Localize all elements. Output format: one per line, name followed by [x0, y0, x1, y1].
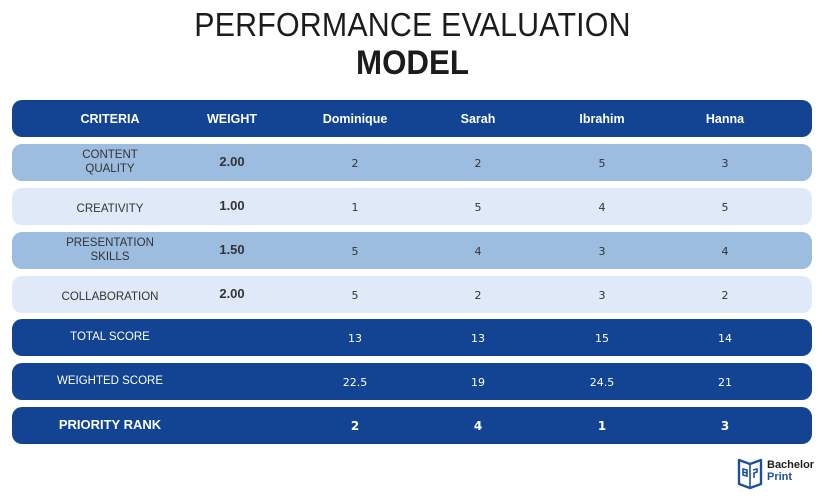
table-header-row: CRITERIA WEIGHT Dominique Sarah Ibrahim … — [12, 100, 812, 137]
bachelor-print-logo: Bachelor Print — [737, 456, 817, 492]
rank-cell: 1 — [597, 419, 607, 433]
logo-text-line: Bachelor — [767, 459, 815, 471]
table-row: PRESENTATION SKILLS 1.50 5 4 3 4 — [12, 232, 812, 269]
table-row: CONTENT QUALITY 2.00 2 2 5 3 — [12, 144, 812, 181]
score-cell: 5 — [351, 289, 359, 302]
score-cell: 2 — [351, 157, 359, 170]
criteria-label-line: SKILLS — [90, 251, 130, 263]
weighted-score-cell: 22.5 — [342, 376, 368, 389]
rank-cell: 2 — [350, 419, 360, 433]
summary-label: TOTAL SCORE — [70, 331, 150, 343]
score-cell: 5 — [474, 201, 482, 214]
book-logo-icon — [737, 458, 763, 490]
score-cell: 4 — [721, 245, 729, 258]
weight-value: 1.00 — [219, 198, 245, 213]
score-cell: 2 — [474, 157, 482, 170]
score-cell: 2 — [474, 289, 482, 302]
score-cell: 3 — [721, 157, 729, 170]
logo-text: Bachelor Print — [767, 459, 814, 483]
score-cell: 5 — [721, 201, 729, 214]
table-row: COLLABORATION 2.00 5 2 3 2 — [12, 276, 812, 313]
score-cell: 3 — [598, 289, 606, 302]
weight-value: 2.00 — [219, 286, 245, 301]
score-cell: 2 — [721, 289, 729, 302]
header-person: Dominique — [322, 112, 388, 126]
score-cell: 4 — [598, 201, 606, 214]
weight-value: 1.50 — [219, 242, 245, 257]
criteria-label-line: QUALITY — [85, 163, 135, 175]
summary-label: WEIGHTED SCORE — [56, 375, 164, 387]
criteria-label: PRESENTATION SKILLS — [35, 236, 185, 264]
criteria-label: CONTENT QUALITY — [35, 148, 185, 176]
header-person: Hanna — [705, 112, 745, 126]
score-cell: 1 — [351, 201, 359, 214]
priority-rank-row: PRIORITY RANK 2 4 1 3 — [12, 407, 812, 444]
score-cell: 4 — [474, 245, 482, 258]
page-title: PERFORMANCE EVALUATION — [194, 6, 631, 43]
rank-cell: 3 — [720, 419, 730, 433]
total-score-row: TOTAL SCORE 13 13 15 14 — [12, 319, 812, 356]
criteria-label: CREATIVITY — [76, 203, 144, 215]
rank-cell: 4 — [473, 419, 483, 433]
summary-label: PRIORITY RANK — [58, 417, 162, 432]
criteria-label-line: CONTENT — [82, 149, 138, 161]
criteria-label-line: PRESENTATION — [66, 237, 154, 249]
weighted-score-cell: 21 — [718, 376, 732, 389]
score-cell: 5 — [598, 157, 606, 170]
weight-value: 2.00 — [219, 154, 245, 169]
score-cell: 5 — [351, 245, 359, 258]
weighted-score-row: WEIGHTED SCORE 22.5 19 24.5 21 — [12, 363, 812, 400]
header-criteria: CRITERIA — [80, 112, 140, 126]
logo-text-line: Print — [767, 471, 793, 483]
total-score-cell: 13 — [348, 332, 362, 345]
total-score-cell: 15 — [595, 332, 609, 345]
total-score-cell: 13 — [471, 332, 485, 345]
weighted-score-cell: 24.5 — [589, 376, 615, 389]
header-person: Ibrahim — [579, 112, 625, 126]
score-cell: 3 — [598, 245, 606, 258]
total-score-cell: 14 — [718, 332, 732, 345]
weighted-score-cell: 19 — [471, 376, 485, 389]
header-weight: WEIGHT — [207, 112, 257, 126]
criteria-label: COLLABORATION — [61, 291, 159, 303]
page-subtitle: MODEL — [356, 44, 469, 82]
header-person: Sarah — [460, 112, 496, 126]
table-row: CREATIVITY 1.00 1 5 4 5 — [12, 188, 812, 225]
